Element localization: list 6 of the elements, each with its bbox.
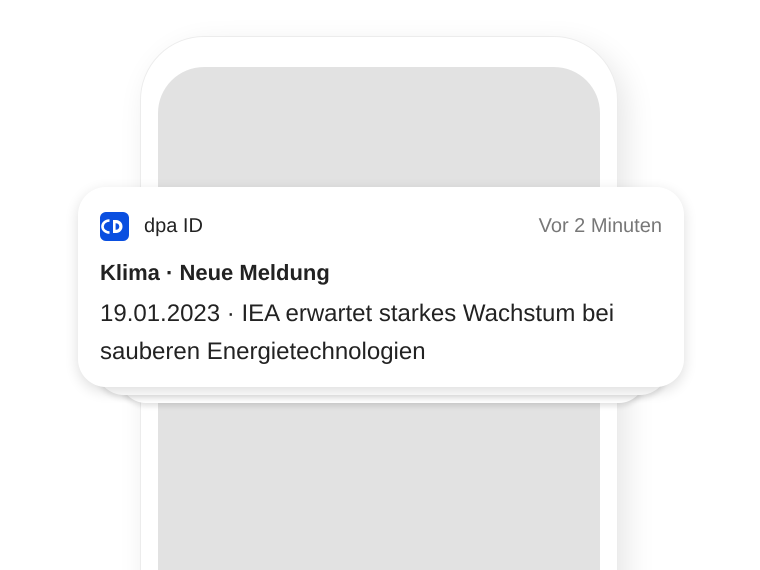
- notification-card[interactable]: dpa ID Vor 2 Minuten Klima · Neue Meldung 19.01.2023 · IEA erwartet starkes Wachstum bei sauberen Energietechnologien: [78, 187, 684, 387]
- notification-time: Vor 2 Minuten: [538, 214, 662, 239]
- app-logo-icon: [100, 212, 129, 240]
- notification-title: Klima · Neue Meldung: [100, 259, 331, 287]
- notification-body: 19.01.2023 · IEA erwartet starkes Wachstum bei sauberen Energietechnologien: [100, 299, 616, 367]
- app-name: dpa ID: [144, 214, 203, 239]
